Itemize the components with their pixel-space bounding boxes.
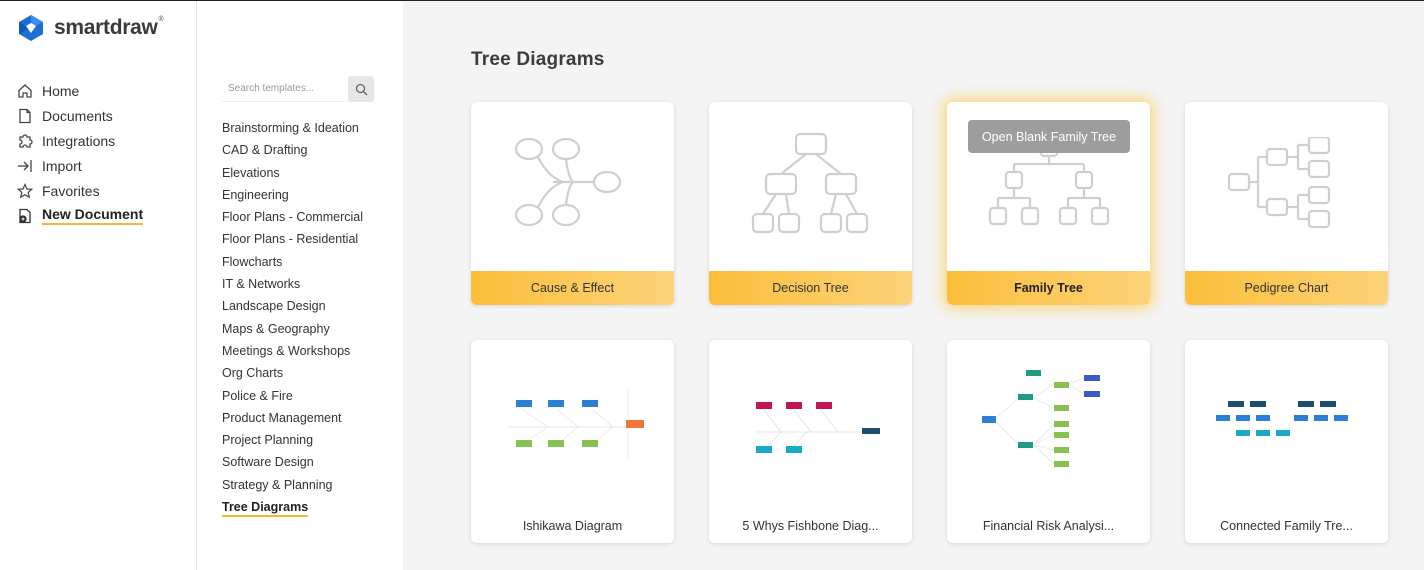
ishikawa-diagram-thumbnail xyxy=(507,389,644,460)
example-card-connected-family-tree[interactable]: Connected Family Tre... xyxy=(1185,340,1388,543)
category-item[interactable]: Elevations xyxy=(222,162,363,184)
card-label: Connected Family Tre... xyxy=(1185,509,1388,543)
card-label: 5 Whys Fishbone Diag... xyxy=(709,509,912,543)
category-item[interactable]: Meetings & Workshops xyxy=(222,340,363,362)
document-icon xyxy=(16,107,34,125)
search-icon xyxy=(355,83,367,95)
left-nav: smartdraw® Home Documents Integrations I… xyxy=(0,1,197,570)
pedigree-chart-icon xyxy=(1227,136,1330,228)
example-card-ishikawa[interactable]: Ishikawa Diagram xyxy=(471,340,674,543)
nav-item-new-document[interactable]: New Document xyxy=(16,203,144,228)
category-item[interactable]: Engineering xyxy=(222,184,363,206)
search-input[interactable] xyxy=(222,76,348,102)
category-item[interactable]: Product Management xyxy=(222,407,363,429)
category-item[interactable]: Strategy & Planning xyxy=(222,474,363,496)
card-label: Ishikawa Diagram xyxy=(471,509,674,543)
category-item[interactable]: Software Design xyxy=(222,451,363,473)
connected-family-tree-preview xyxy=(1185,340,1388,509)
category-item[interactable]: CAD & Drafting xyxy=(222,139,363,161)
connected-family-tree-thumbnail xyxy=(1215,400,1348,436)
logo-text: smartdraw® xyxy=(54,16,164,39)
card-label: Financial Risk Analysi... xyxy=(947,509,1150,543)
template-search xyxy=(222,76,376,102)
card-label: Family Tree xyxy=(947,271,1150,305)
page-title: Tree Diagrams xyxy=(471,49,605,70)
category-item[interactable]: Org Charts xyxy=(222,362,363,384)
open-blank-family-tree-button[interactable]: Open Blank Family Tree xyxy=(968,120,1130,153)
fishbone-diagram-thumbnail xyxy=(755,401,880,453)
category-item[interactable]: IT & Networks xyxy=(222,273,363,295)
financial-risk-thumbnail xyxy=(981,369,1100,467)
template-card-family-tree[interactable]: Open Blank Family Tree Family Tree xyxy=(947,102,1150,305)
example-card-5-whys[interactable]: 5 Whys Fishbone Diag... xyxy=(709,340,912,543)
example-card-financial-risk[interactable]: Financial Risk Analysi... xyxy=(947,340,1150,543)
puzzle-icon xyxy=(16,132,34,150)
ishikawa-preview xyxy=(471,340,674,509)
category-item[interactable]: Police & Fire xyxy=(222,385,363,407)
decision-tree-icon xyxy=(751,132,868,233)
nav-item-favorites[interactable]: Favorites xyxy=(16,178,143,203)
category-item[interactable]: Floor Plans - Commercial xyxy=(222,206,363,228)
nav-list: Home Documents Integrations Import Favor… xyxy=(16,78,144,228)
import-icon xyxy=(16,157,34,175)
category-item[interactable]: Brainstorming & Ideation xyxy=(222,117,363,139)
category-item[interactable]: Project Planning xyxy=(222,429,363,451)
5-whys-preview xyxy=(709,340,912,509)
star-icon xyxy=(16,182,34,200)
category-panel: Brainstorming & Ideation CAD & Drafting … xyxy=(197,1,403,570)
template-card-cause-effect[interactable]: Cause & Effect xyxy=(471,102,674,305)
template-gallery: Tree Diagrams Cause & Effect Decision Tr… xyxy=(403,1,1424,570)
search-button[interactable] xyxy=(348,76,374,102)
nav-item-integrations[interactable]: Integrations xyxy=(16,128,143,153)
category-item[interactable]: Maps & Geography xyxy=(222,318,363,340)
category-item[interactable]: Floor Plans - Residential xyxy=(222,228,363,250)
template-card-decision-tree[interactable]: Decision Tree xyxy=(709,102,912,305)
home-icon xyxy=(16,82,34,100)
category-list: Brainstorming & Ideation CAD & Drafting … xyxy=(222,117,363,518)
nav-item-home[interactable]: Home xyxy=(16,78,143,103)
new-document-icon xyxy=(16,207,34,225)
category-item[interactable]: Flowcharts xyxy=(222,251,363,273)
template-card-pedigree-chart[interactable]: Pedigree Chart xyxy=(1185,102,1388,305)
financial-risk-preview xyxy=(947,340,1150,509)
category-item-tree-diagrams[interactable]: Tree Diagrams xyxy=(222,496,363,518)
smartdraw-logo-icon xyxy=(19,15,43,41)
cause-effect-icon xyxy=(514,137,621,226)
category-item[interactable]: Landscape Design xyxy=(222,295,363,317)
card-label: Cause & Effect xyxy=(471,271,674,305)
card-label: Decision Tree xyxy=(709,271,912,305)
nav-item-import[interactable]: Import xyxy=(16,153,143,178)
card-label: Pedigree Chart xyxy=(1185,271,1388,305)
nav-item-documents[interactable]: Documents xyxy=(16,103,143,128)
logo[interactable]: smartdraw® xyxy=(17,14,164,42)
